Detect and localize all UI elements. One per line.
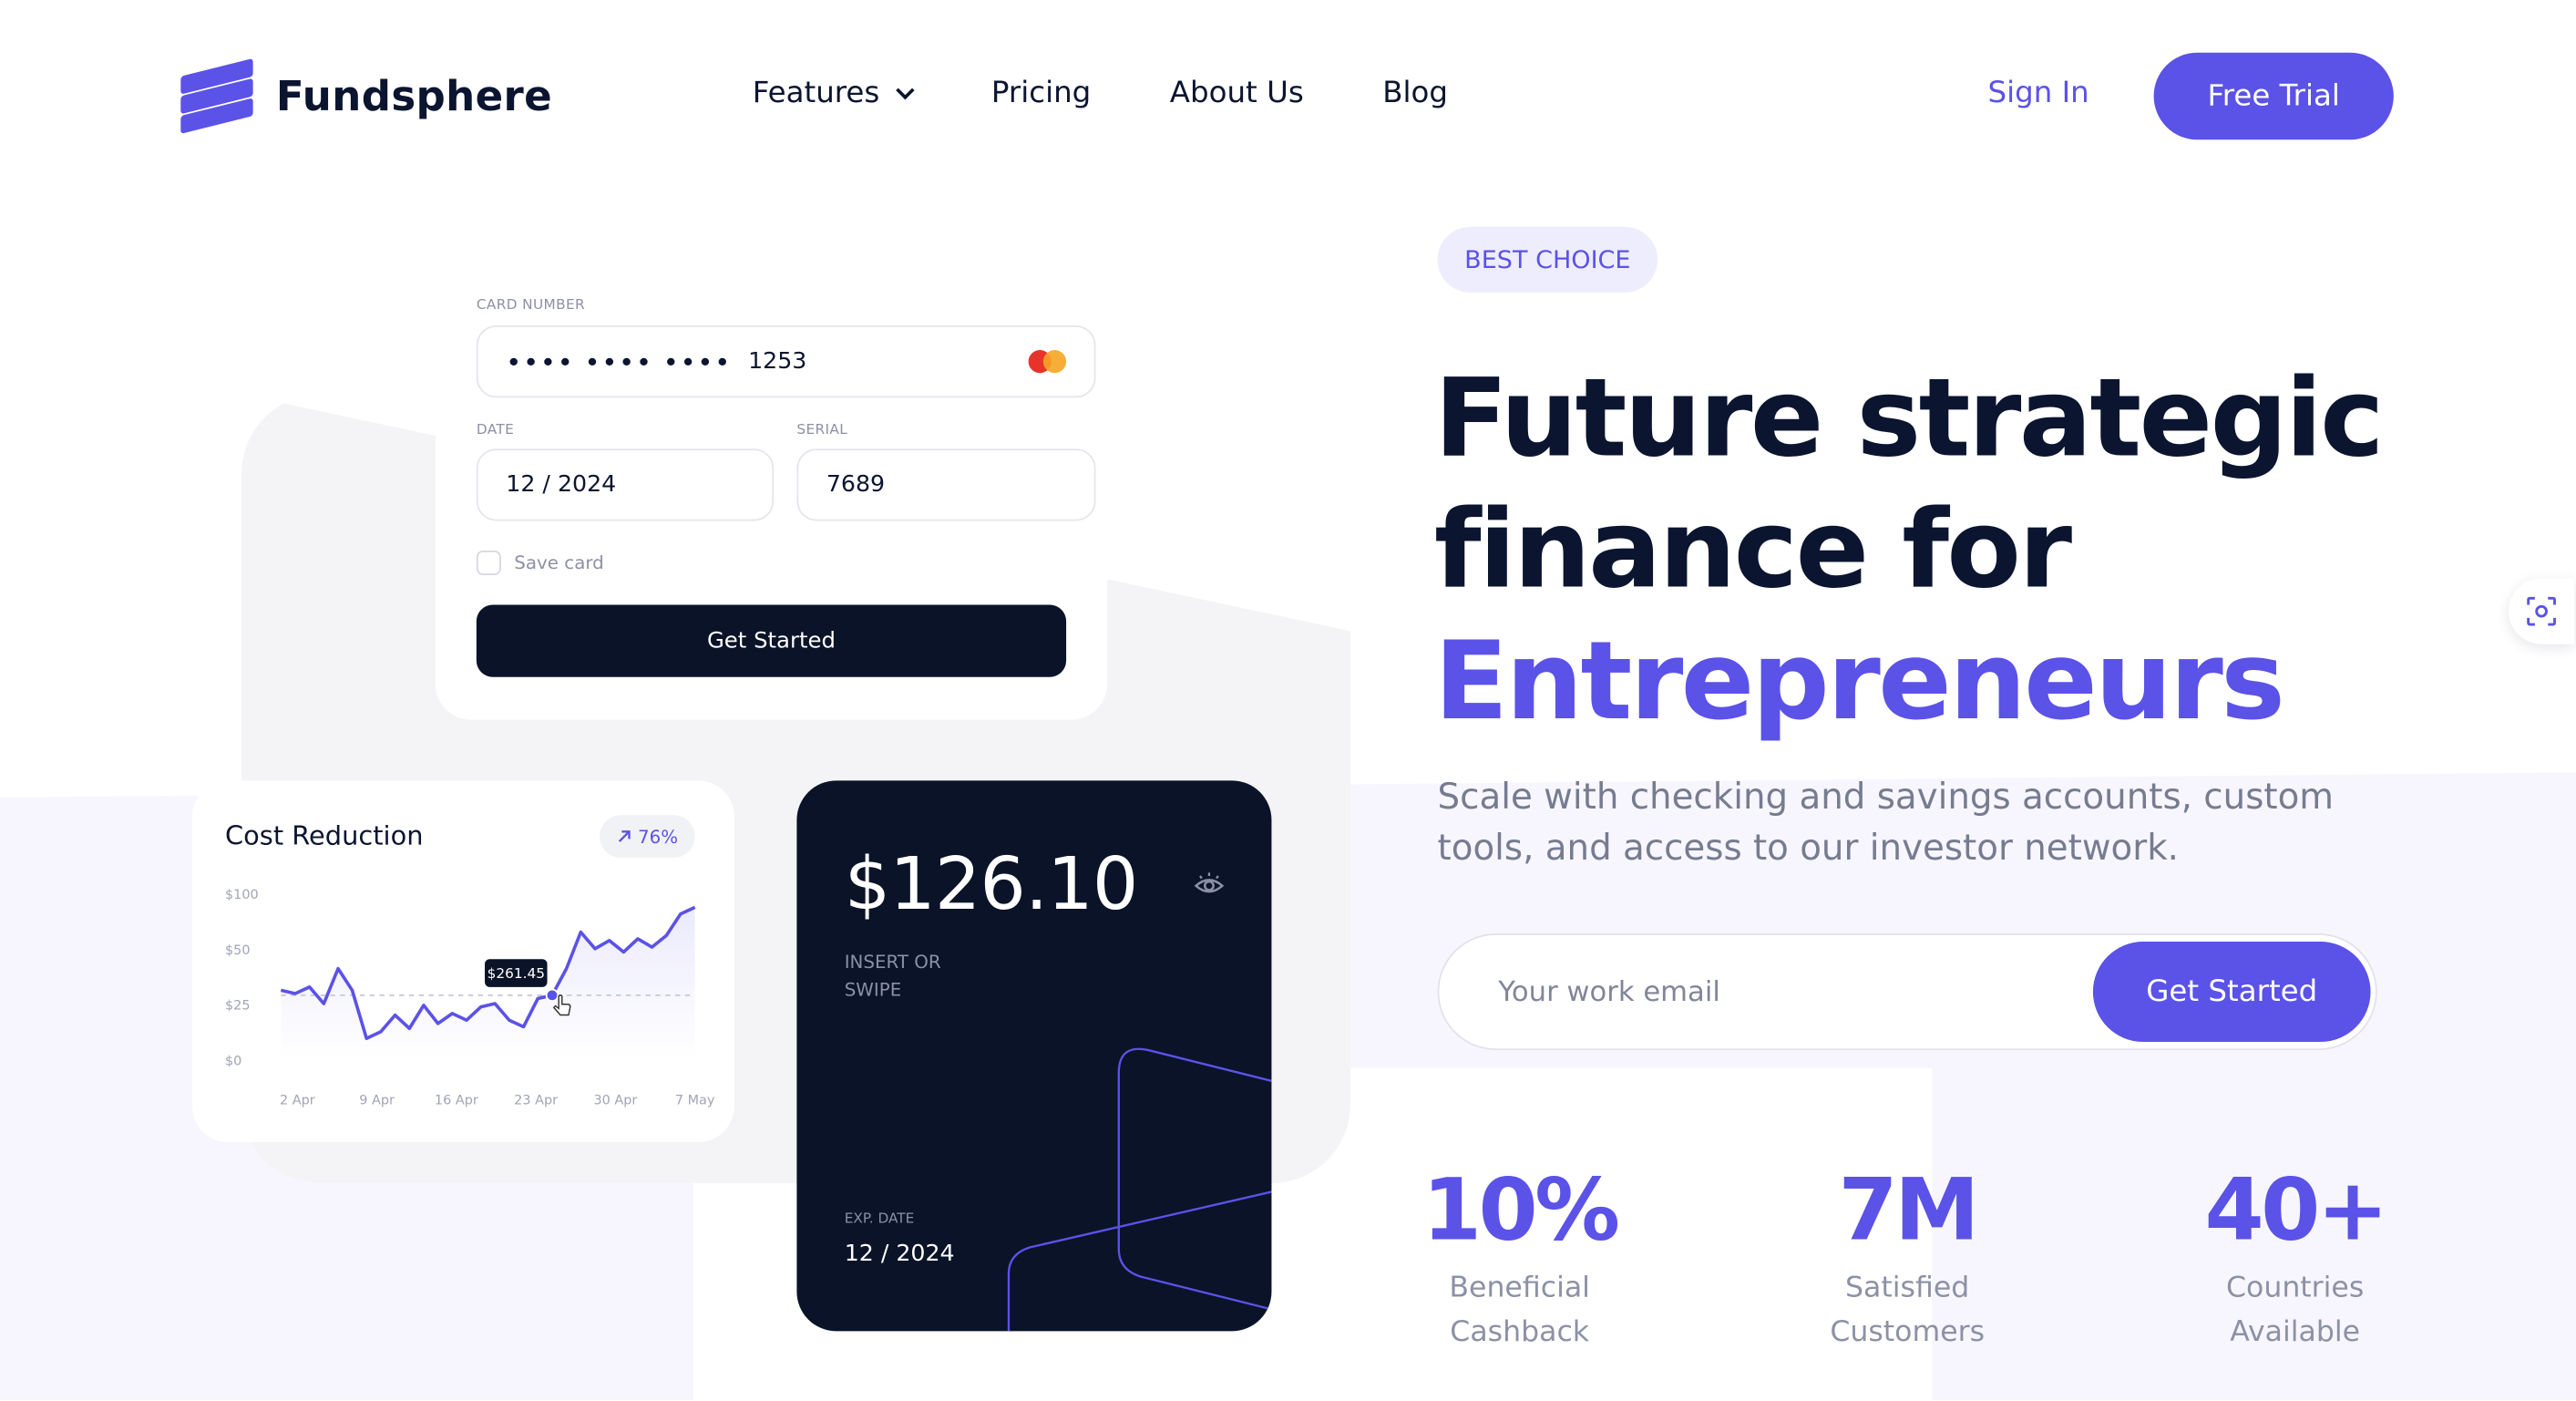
balance-amount: $126.10 [844, 842, 1139, 927]
x-tick-label: 23 Apr [514, 1094, 558, 1108]
logo-icon [180, 58, 253, 134]
x-tick-label: 9 Apr [359, 1094, 395, 1108]
hero-subtitle: Scale with checking and savings accounts… [1437, 777, 2335, 870]
y-tick-label: $50 [225, 943, 250, 958]
data-point [545, 988, 559, 1003]
serial-field[interactable]: 7689 [796, 448, 1096, 521]
hero-get-started-button[interactable]: Get Started [2092, 942, 2371, 1043]
work-email-input[interactable] [1498, 967, 2041, 1017]
card-number-label: CARD NUMBER [476, 297, 586, 314]
stat-caption-line2: Available [2230, 1316, 2361, 1350]
nav-item-blog[interactable]: Blog [1382, 76, 1448, 110]
email-signup-form: Get Started [1437, 933, 2377, 1051]
nav-item-label: Features [752, 75, 880, 110]
hero-title: Future strategic finance for Entrepreneu… [1433, 354, 2385, 748]
stat-value: 7M [1838, 1161, 1980, 1261]
mastercard-icon [1028, 350, 1068, 374]
insert-swipe-text: INSERT OR SWIPE [844, 951, 941, 1001]
balance-card: $126.10 INSERT OR SWIPE EXP. DATE 12 / 2… [796, 780, 1272, 1332]
stat-value: 10% [1421, 1161, 1620, 1261]
cost-line-chart: $100 $50 $25 $0 2 Apr 9 Apr 16 Apr 23 Apr 30 Apr… [225, 888, 715, 1108]
stat-caption-line2: Customers [1830, 1316, 1986, 1350]
nav-item-pricing[interactable]: Pricing [991, 76, 1091, 110]
stat-cashback: 10% Beneficial Cashback [1388, 1159, 1650, 1355]
stat-caption: Countries Available [2163, 1267, 2426, 1355]
stat-caption: Satisfied Customers [1776, 1267, 2038, 1355]
x-tick-label: 30 Apr [593, 1094, 637, 1108]
card-form: CARD NUMBER •••• •••• •••• 1253 DATE 12 … [435, 263, 1108, 720]
stat-caption-line2: Cashback [1450, 1316, 1590, 1350]
date-field[interactable]: 12 / 2024 [476, 448, 775, 521]
nav-item-label: About Us [1169, 75, 1304, 110]
hero-title-line1: Future strategic [1433, 355, 2385, 482]
cost-reduction-card: Cost Reduction 76% $100 $50 $25 $0 2 Apr 9 Ap… [191, 780, 734, 1143]
nav-item-about-us[interactable]: About Us [1170, 76, 1304, 110]
y-tick-label: $100 [225, 888, 259, 902]
hero-title-accent: Entrepreneurs [1433, 617, 2285, 745]
exp-date-label: EXP. DATE [844, 1210, 915, 1228]
page: Fundsphere Features Pricing About Us Blo… [0, 0, 2576, 1401]
hero-title-line2: finance for [1433, 486, 2072, 613]
x-tick-label: 16 Apr [435, 1094, 478, 1108]
tooltip-label: $261.45 [487, 965, 545, 982]
serial-label: SERIAL [796, 422, 848, 439]
x-tick-label: 2 Apr [280, 1094, 315, 1108]
screenshot-focus-button[interactable] [2509, 578, 2575, 644]
y-tick-label: $0 [225, 1054, 241, 1068]
date-label: DATE [476, 422, 515, 439]
logo[interactable]: Fundsphere [180, 58, 553, 134]
card-number-field[interactable]: •••• •••• •••• 1253 [476, 324, 1096, 398]
stat-customers: 7M Satisfied Customers [1776, 1159, 2038, 1355]
card-number-last4: 1253 [748, 348, 807, 376]
best-choice-badge: BEST CHOICE [1437, 226, 1658, 293]
free-trial-button[interactable]: Free Trial [2153, 52, 2394, 140]
exp-date-value: 12 / 2024 [844, 1241, 955, 1268]
stat-caption-line1: Satisfied [1845, 1272, 1970, 1305]
stat-value: 40+ [2204, 1161, 2389, 1261]
chevron-down-icon [896, 80, 916, 99]
main-nav: Features Pricing About Us Blog [753, 76, 1448, 110]
save-card-label: Save card [514, 551, 604, 574]
x-tick-label: 7 May [675, 1094, 715, 1108]
stat-caption: Beneficial Cashback [1388, 1267, 1650, 1355]
y-tick-label: $25 [225, 999, 250, 1014]
date-value: 12 / 2024 [506, 471, 617, 499]
stat-caption-line1: Beneficial [1449, 1272, 1590, 1305]
stat-caption-line1: Countries [2225, 1272, 2365, 1305]
logo-text: Fundsphere [275, 71, 553, 119]
nav-item-features[interactable]: Features [752, 75, 916, 110]
serial-value: 7689 [826, 471, 886, 499]
card-get-started-button[interactable]: Get Started [476, 604, 1067, 677]
stat-countries: 40+ Countries Available [2163, 1159, 2426, 1355]
sign-in-link[interactable]: Sign In [1988, 76, 2089, 110]
card-number-mask: •••• •••• •••• [506, 345, 733, 377]
nav-item-label: Pricing [990, 75, 1092, 110]
save-card-row[interactable]: Save card [476, 550, 604, 576]
save-card-checkbox[interactable] [476, 550, 501, 576]
eye-icon[interactable] [1193, 870, 1226, 902]
screenshot-focus-icon [2527, 596, 2556, 626]
nav-item-label: Blog [1382, 75, 1449, 110]
